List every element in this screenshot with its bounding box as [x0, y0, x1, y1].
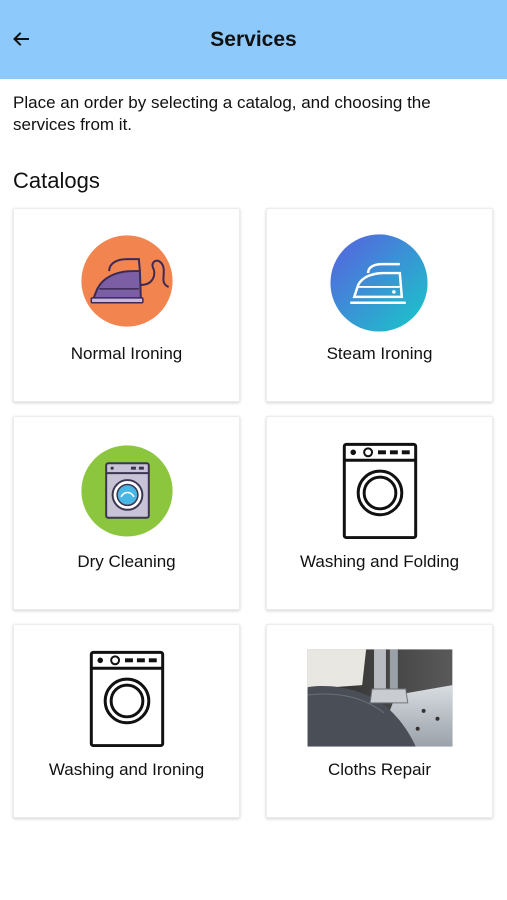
catalog-label: Dry Cleaning [77, 552, 176, 571]
intro-text: Place an order by selecting a catalog, a… [13, 93, 431, 134]
page-title: Services [210, 28, 297, 51]
iron-icon [81, 235, 173, 327]
washing-machine-icon [342, 442, 418, 540]
dry-cleaning-machine-icon [81, 445, 173, 537]
catalog-card-washing-and-folding[interactable]: Washing and Folding [266, 416, 493, 610]
catalog-card-washing-and-ironing[interactable]: Washing and Ironing [13, 624, 240, 818]
catalog-card-cloths-repair[interactable]: Cloths Repair [266, 624, 493, 818]
back-arrow-icon [13, 32, 29, 46]
catalog-card-normal-ironing[interactable]: Normal Ironing [13, 208, 240, 402]
catalog-card-steam-ironing[interactable]: Steam Ironing [266, 208, 493, 402]
catalog-label: Normal Ironing [70, 344, 183, 363]
app-bar: Services [0, 0, 507, 79]
steam-iron-icon [330, 234, 428, 332]
catalog-label: Cloths Repair [328, 760, 431, 779]
catalog-label: Washing and Folding [299, 552, 460, 571]
washing-machine-icon [89, 650, 165, 748]
back-button[interactable] [6, 24, 36, 54]
catalog-label: Steam Ironing [326, 344, 433, 363]
sewing-machine-photo [307, 649, 453, 747]
catalog-card-dry-cleaning[interactable]: Dry Cleaning [13, 416, 240, 610]
catalogs-heading: Catalogs [13, 168, 100, 193]
catalog-label: Washing and Ironing [48, 760, 205, 779]
